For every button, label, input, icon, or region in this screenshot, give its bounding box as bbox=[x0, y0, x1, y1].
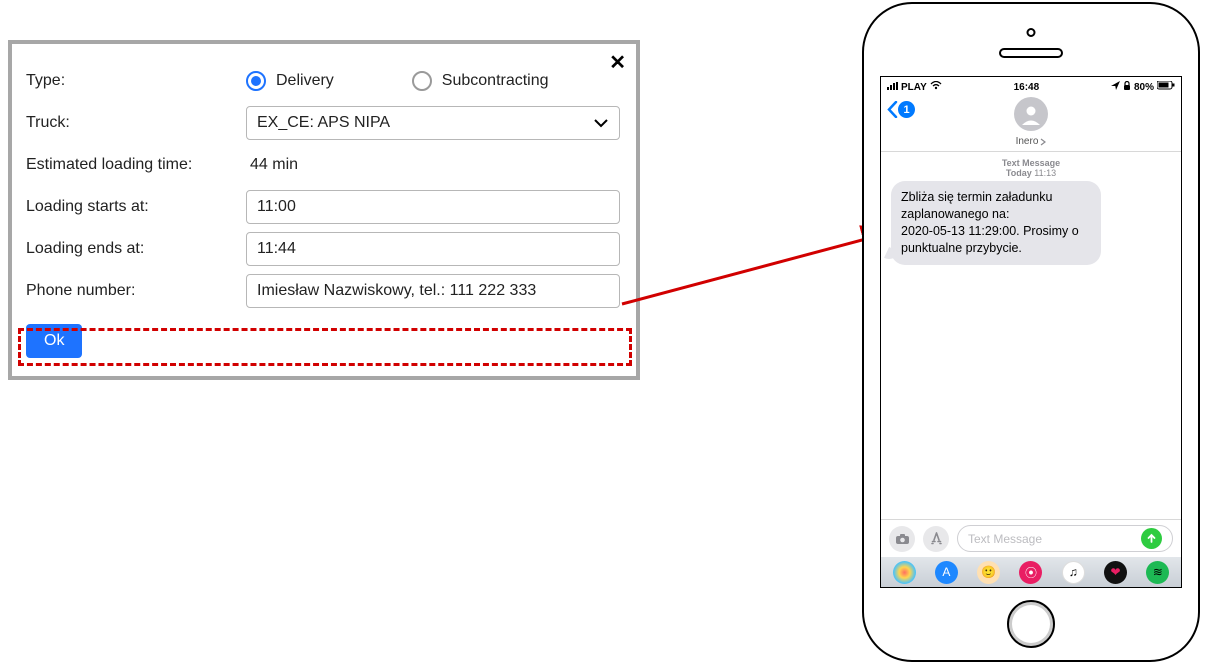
dock-app-music[interactable]: ♫ bbox=[1062, 561, 1085, 584]
status-bar: PLAY 16:48 80% bbox=[881, 77, 1181, 95]
loading-ends-label: Loading ends at: bbox=[26, 240, 246, 258]
dock: A 🙂 ⦿ ♫ ❤ ≋ bbox=[881, 557, 1181, 587]
ok-button[interactable]: Ok bbox=[26, 324, 82, 358]
appstore-button[interactable] bbox=[923, 526, 949, 552]
message-input[interactable]: Text Message bbox=[957, 525, 1173, 552]
radio-unchecked-icon bbox=[412, 71, 432, 91]
form-body: Type: Delivery Subcontracting Truck: EX_… bbox=[12, 44, 636, 376]
home-button[interactable] bbox=[1007, 600, 1055, 648]
camera-icon bbox=[895, 533, 910, 545]
close-icon[interactable]: ✕ bbox=[609, 50, 626, 75]
signal-icon bbox=[887, 82, 898, 93]
wifi-icon bbox=[930, 81, 942, 93]
person-icon bbox=[1020, 103, 1042, 125]
dock-app-memoji[interactable]: 🙂 bbox=[977, 561, 1000, 584]
avatar[interactable] bbox=[1014, 97, 1048, 131]
truck-label: Truck: bbox=[26, 114, 246, 132]
estimated-time-value: 44 min bbox=[246, 156, 622, 174]
camera-icon bbox=[1027, 28, 1036, 37]
radio-delivery-label: Delivery bbox=[276, 72, 334, 90]
speaker-icon bbox=[999, 48, 1063, 58]
truck-selected-value: EX_CE: APS NIPA bbox=[257, 114, 390, 132]
radio-subcontracting-label: Subcontracting bbox=[442, 72, 549, 90]
dock-app-photos[interactable] bbox=[893, 561, 916, 584]
phone-number-label: Phone number: bbox=[26, 282, 246, 300]
dock-app-heart[interactable]: ❤ bbox=[1104, 561, 1127, 584]
back-button[interactable]: 1 bbox=[887, 101, 915, 118]
radio-checked-icon bbox=[246, 71, 266, 91]
loading-plan-modal: ✕ Type: Delivery Subcontracting Truck: E… bbox=[8, 40, 640, 380]
estimated-time-label: Estimated loading time: bbox=[26, 156, 246, 174]
camera-button[interactable] bbox=[889, 526, 915, 552]
phone-mockup: PLAY 16:48 80% bbox=[862, 2, 1200, 662]
phone-screen: PLAY 16:48 80% bbox=[880, 76, 1182, 588]
messages-header: 1 Inero bbox=[881, 95, 1181, 152]
contact-name-text: Inero bbox=[1016, 136, 1039, 147]
arrow-up-icon bbox=[1146, 533, 1157, 544]
unread-badge: 1 bbox=[898, 101, 915, 118]
chevron-down-icon bbox=[593, 115, 609, 131]
chevron-left-icon bbox=[887, 101, 898, 118]
dock-app-appstore[interactable]: A bbox=[935, 561, 958, 584]
chevron-right-icon bbox=[1040, 138, 1046, 146]
location-icon bbox=[1111, 81, 1120, 93]
message-input-bar: Text Message bbox=[881, 519, 1181, 557]
radio-subcontracting[interactable]: Subcontracting bbox=[412, 71, 549, 91]
dock-app-spotify[interactable]: ≋ bbox=[1146, 561, 1169, 584]
carrier-label: PLAY bbox=[901, 82, 927, 93]
type-label: Type: bbox=[26, 72, 246, 90]
appstore-icon bbox=[930, 532, 943, 545]
loading-starts-input[interactable] bbox=[246, 190, 620, 224]
message-timestamp: Text Message Today 11:13 bbox=[881, 158, 1181, 178]
message-placeholder: Text Message bbox=[968, 532, 1042, 546]
phone-number-input[interactable] bbox=[246, 274, 620, 308]
lock-icon bbox=[1123, 81, 1131, 93]
contact-name[interactable]: Inero bbox=[1016, 136, 1047, 147]
battery-percent: 80% bbox=[1134, 82, 1154, 93]
truck-select[interactable]: EX_CE: APS NIPA bbox=[246, 106, 620, 140]
loading-starts-label: Loading starts at: bbox=[26, 198, 246, 216]
conversation-area: Text Message Today 11:13 Zbliża się term… bbox=[881, 152, 1181, 519]
dock-app-search[interactable]: ⦿ bbox=[1019, 561, 1042, 584]
send-button[interactable] bbox=[1141, 528, 1162, 549]
status-time: 16:48 bbox=[1014, 82, 1040, 93]
loading-ends-input[interactable] bbox=[246, 232, 620, 266]
radio-delivery[interactable]: Delivery bbox=[246, 71, 334, 91]
sms-bubble: Zbliża się termin załadunku zaplanowaneg… bbox=[891, 181, 1101, 265]
battery-icon bbox=[1157, 81, 1175, 93]
